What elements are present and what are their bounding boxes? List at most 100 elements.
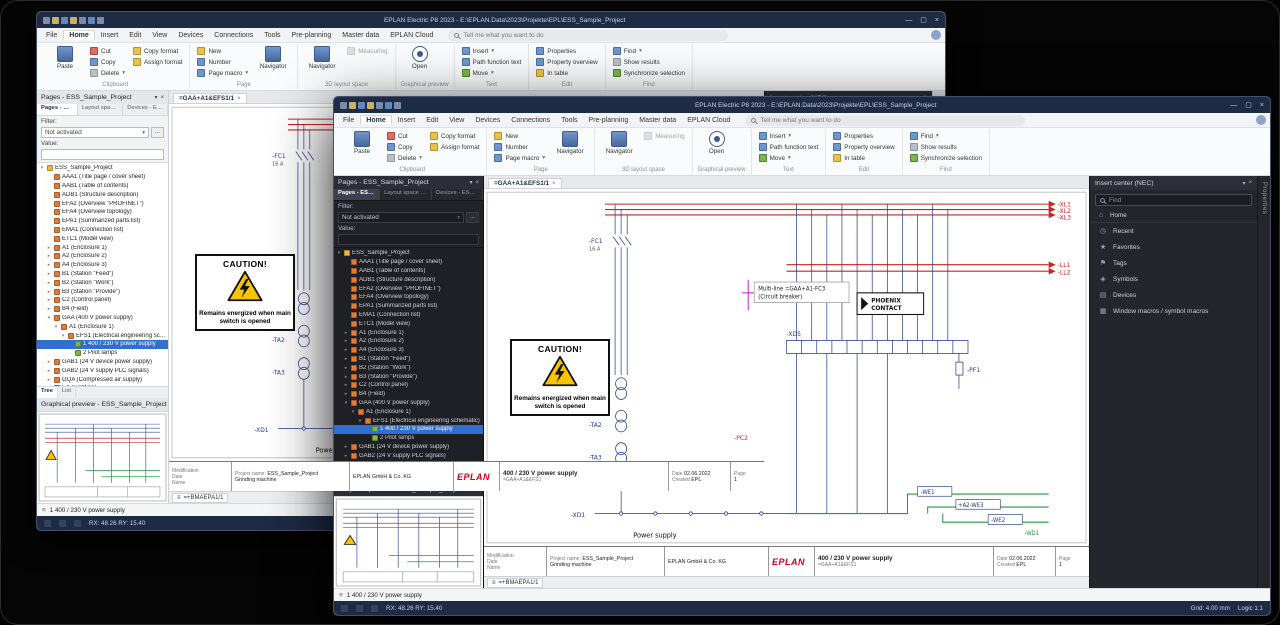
expand-icon[interactable]: ▸ — [46, 359, 52, 365]
path-function-text-button[interactable]: Path function text — [460, 57, 524, 67]
expand-icon[interactable]: ▾ — [39, 165, 45, 171]
insert-text-button[interactable]: Insert▾ — [757, 131, 821, 141]
qat-icon[interactable] — [340, 102, 347, 109]
expand-icon[interactable]: ▸ — [46, 245, 52, 251]
logic-scale[interactable]: Logic 1:1 — [1238, 605, 1263, 612]
tell-me-search[interactable]: Tell me what you want to do — [745, 115, 1025, 126]
tree-item[interactable]: ▾ ESS_Sample_Project — [37, 164, 168, 173]
expand-icon[interactable]: ▾ — [336, 250, 342, 256]
expand-icon[interactable]: ▸ — [343, 330, 349, 336]
number-button[interactable]: Number — [195, 57, 250, 67]
properties-side-tab[interactable]: Properties — [1257, 176, 1270, 588]
pages-panel-header[interactable]: Pages - ESS_Sample_Project ▾ × — [334, 176, 483, 189]
tree-item[interactable]: ▸ A1 (Enclosure 1) — [37, 243, 168, 252]
expand-icon[interactable]: ▾ — [53, 324, 59, 330]
expand-icon[interactable]: ▸ — [46, 377, 52, 383]
ribbon-tab[interactable]: Devices — [173, 31, 208, 40]
panel-menu-icon[interactable]: ▾ — [1242, 180, 1245, 187]
titlebar[interactable]: EPLAN Electric P8 2023 - E:\EPLAN.Data\2… — [37, 12, 945, 28]
in-table-button[interactable]: In table — [831, 153, 896, 163]
tree-item[interactable]: ▸ A1 (Enclosure 1) — [334, 328, 483, 337]
ribbon-tab[interactable]: View — [444, 116, 469, 125]
navigator-tab[interactable]: Devices - ESS_Sample... — [432, 189, 483, 200]
open-preview-button[interactable]: Open — [401, 46, 439, 70]
qat-icon[interactable] — [61, 17, 68, 24]
expand-icon[interactable]: ▸ — [46, 280, 52, 286]
tree-item[interactable]: EFA2 (Overview "PROFINET") — [334, 284, 483, 293]
delete-button[interactable]: Delete▾ — [385, 153, 424, 163]
expand-icon[interactable]: ▾ — [343, 400, 349, 406]
expand-icon[interactable]: ▸ — [343, 391, 349, 397]
navigator-tab[interactable]: Pages - ESS_Samp... — [37, 104, 78, 115]
titlebar[interactable]: EPLAN Electric P8 2023 - E:\EPLAN.Data\2… — [334, 97, 1270, 113]
expand-icon[interactable]: ▸ — [46, 262, 52, 268]
filter-select[interactable]: Not activated▾ — [338, 212, 464, 223]
tree-item[interactable]: 2 Pilot lamps — [334, 434, 483, 443]
open-preview-button[interactable]: Open — [698, 131, 736, 155]
expand-icon[interactable]: ▾ — [46, 315, 52, 321]
expand-icon[interactable]: ▸ — [343, 382, 349, 388]
qat-icon[interactable] — [349, 102, 356, 109]
panel-menu-icon[interactable]: ▾ — [469, 179, 472, 186]
page-tree[interactable]: ▾ ESS_Sample_Project AAA1 (Title page / … — [334, 248, 483, 471]
tree-item[interactable]: ▸ B3 (Station "Provide") — [334, 372, 483, 381]
qat-icon[interactable] — [88, 17, 95, 24]
move-button[interactable]: Move▾ — [460, 68, 524, 78]
ribbon-tab[interactable]: View — [147, 31, 172, 40]
navigator-tab[interactable]: Pages - ESS_Samp... — [334, 189, 380, 200]
assign-format-button[interactable]: Assign format — [428, 142, 482, 152]
status-icon[interactable] — [356, 605, 363, 612]
insert-center-search[interactable]: Find — [1095, 194, 1252, 206]
close-button[interactable]: × — [935, 17, 939, 24]
quick-access-toolbar[interactable] — [43, 17, 104, 24]
eplan-window-foreground[interactable]: EPLAN Electric P8 2023 - E:\EPLAN.Data\2… — [333, 96, 1271, 616]
panel-close-icon[interactable]: × — [1248, 180, 1252, 186]
insert-center-item[interactable]: ▤ Devices — [1090, 287, 1257, 303]
panel-close-icon[interactable]: × — [475, 180, 479, 186]
expand-icon[interactable]: ▸ — [46, 297, 52, 303]
preview-panel-header[interactable]: Graphical preview - ESS_Sample_Project ▾… — [37, 398, 168, 411]
properties-button[interactable]: Properties — [534, 46, 599, 56]
tree-item[interactable]: ADB1 (Structure description) — [334, 275, 483, 284]
ribbon-tab[interactable]: Connections — [209, 31, 258, 40]
ribbon-tab[interactable]: Master data — [634, 116, 681, 125]
qat-icon[interactable] — [394, 102, 401, 109]
ribbon-tab[interactable]: EPLAN Cloud — [682, 116, 735, 125]
filter-more-button[interactable]: ... — [466, 212, 479, 223]
tree-item[interactable]: AAA1 (Title page / cover sheet) — [37, 173, 168, 182]
sheet-tab[interactable]: ≡ =+BMAEPA1/1 — [487, 578, 543, 588]
tree-list-tab[interactable]: Tree — [37, 387, 58, 398]
expand-icon[interactable]: ▸ — [343, 453, 349, 459]
qat-icon[interactable] — [367, 102, 374, 109]
qat-icon[interactable] — [358, 102, 365, 109]
maximize-button[interactable]: ▢ — [1245, 102, 1252, 109]
document-tab[interactable]: =GAA+A1&EFS1/1 × — [173, 93, 247, 103]
tree-item[interactable]: 1 400 / 230 V power supply — [334, 425, 483, 434]
tree-item[interactable]: ▸ B1 (Station "Feed") — [37, 270, 168, 279]
copy-button[interactable]: Copy — [385, 142, 424, 152]
minimize-button[interactable]: — — [1230, 102, 1237, 109]
insert-center-home[interactable]: ⌂ Home — [1090, 209, 1257, 223]
ribbon-tab[interactable]: Insert — [96, 31, 124, 40]
tree-item[interactable]: ▸ A2 (Enclosure 2) — [37, 252, 168, 261]
tree-item[interactable]: EFA4 (Overview topology) — [37, 208, 168, 217]
panel-menu-icon[interactable]: ▾ — [154, 94, 157, 101]
value-input[interactable] — [338, 234, 479, 245]
page-navigator-button[interactable]: Navigator — [551, 131, 589, 155]
expand-icon[interactable]: ▸ — [343, 444, 349, 450]
expand-icon[interactable]: ▸ — [46, 271, 52, 277]
path-function-text-button[interactable]: Path function text — [757, 142, 821, 152]
tree-item[interactable]: ▸ GAB2 (24 V supply PLC signals) — [37, 366, 168, 375]
qat-icon[interactable] — [97, 17, 104, 24]
tree-item[interactable]: EPA1 (Summarized parts list) — [37, 217, 168, 226]
navigator-tab[interactable]: Layout space - ESS_Sa... — [78, 104, 124, 115]
properties-button[interactable]: Properties — [831, 131, 896, 141]
close-button[interactable]: × — [1260, 102, 1264, 109]
show-results-button[interactable]: Show results — [908, 142, 984, 152]
user-avatar-icon[interactable] — [931, 30, 941, 40]
ribbon-tab[interactable]: Master data — [337, 31, 384, 40]
insert-center-item[interactable]: ▦ Window macros / symbol macros — [1090, 303, 1257, 319]
tree-list-tab[interactable]: List — [58, 387, 76, 398]
insert-center-item[interactable]: ★ Favorites — [1090, 239, 1257, 255]
page-tree[interactable]: ▾ ESS_Sample_Project AAA1 (Title page / … — [37, 163, 168, 386]
